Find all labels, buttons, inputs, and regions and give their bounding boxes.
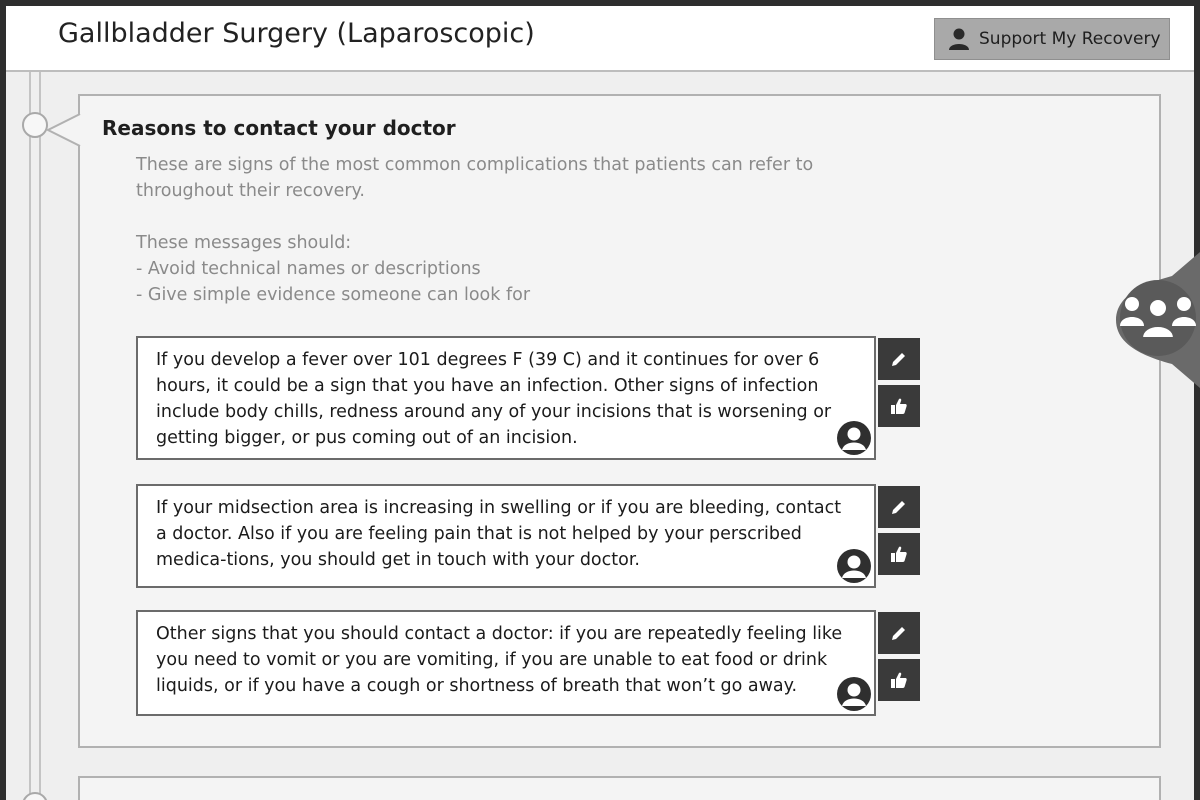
thumbs-up-icon <box>891 398 907 414</box>
pencil-icon <box>892 501 905 514</box>
user-avatar-icon[interactable] <box>836 420 872 456</box>
pencil-icon <box>892 627 905 640</box>
message-text: If you develop a fever over 101 degrees … <box>156 350 832 448</box>
timeline-node[interactable] <box>22 112 48 138</box>
panel-description: These are signs of the most common compl… <box>136 155 814 305</box>
edit-button[interactable] <box>878 612 920 654</box>
message-text: If your midsection area is increasing in… <box>156 498 842 570</box>
person-icon <box>947 27 971 51</box>
page-header: Gallbladder Surgery (Laparoscopic) Suppo… <box>6 6 1194 72</box>
message-text: Other signs that you should contact a do… <box>156 624 843 696</box>
panel-pointer <box>46 113 81 147</box>
next-panel <box>78 776 1161 800</box>
contact-doctor-panel: Reasons to contact your doctor These are… <box>78 94 1161 748</box>
thumbs-up-icon <box>891 546 907 562</box>
page-title: Gallbladder Surgery (Laparoscopic) <box>58 18 535 49</box>
group-icon <box>1116 252 1200 388</box>
like-button[interactable] <box>878 659 920 701</box>
app-frame: Gallbladder Surgery (Laparoscopic) Suppo… <box>6 6 1194 800</box>
timeline-rail <box>29 72 41 800</box>
timeline-node[interactable] <box>22 792 48 800</box>
support-button-label: Support My Recovery <box>979 29 1161 49</box>
message-card: Other signs that you should contact a do… <box>136 610 876 716</box>
message-card: If your midsection area is increasing in… <box>136 484 876 588</box>
edit-button[interactable] <box>878 486 920 528</box>
community-tab[interactable] <box>1112 252 1200 388</box>
panel-title: Reasons to contact your doctor <box>102 116 456 140</box>
edit-button[interactable] <box>878 338 920 380</box>
message-actions <box>878 338 922 432</box>
message-actions <box>878 486 922 580</box>
user-avatar-icon[interactable] <box>836 676 872 712</box>
like-button[interactable] <box>878 385 920 427</box>
thumbs-up-icon <box>891 672 907 688</box>
message-actions <box>878 612 922 706</box>
support-my-recovery-button[interactable]: Support My Recovery <box>934 18 1170 60</box>
pencil-icon <box>892 353 905 366</box>
message-card: If you develop a fever over 101 degrees … <box>136 336 876 460</box>
like-button[interactable] <box>878 533 920 575</box>
user-avatar-icon[interactable] <box>836 548 872 584</box>
